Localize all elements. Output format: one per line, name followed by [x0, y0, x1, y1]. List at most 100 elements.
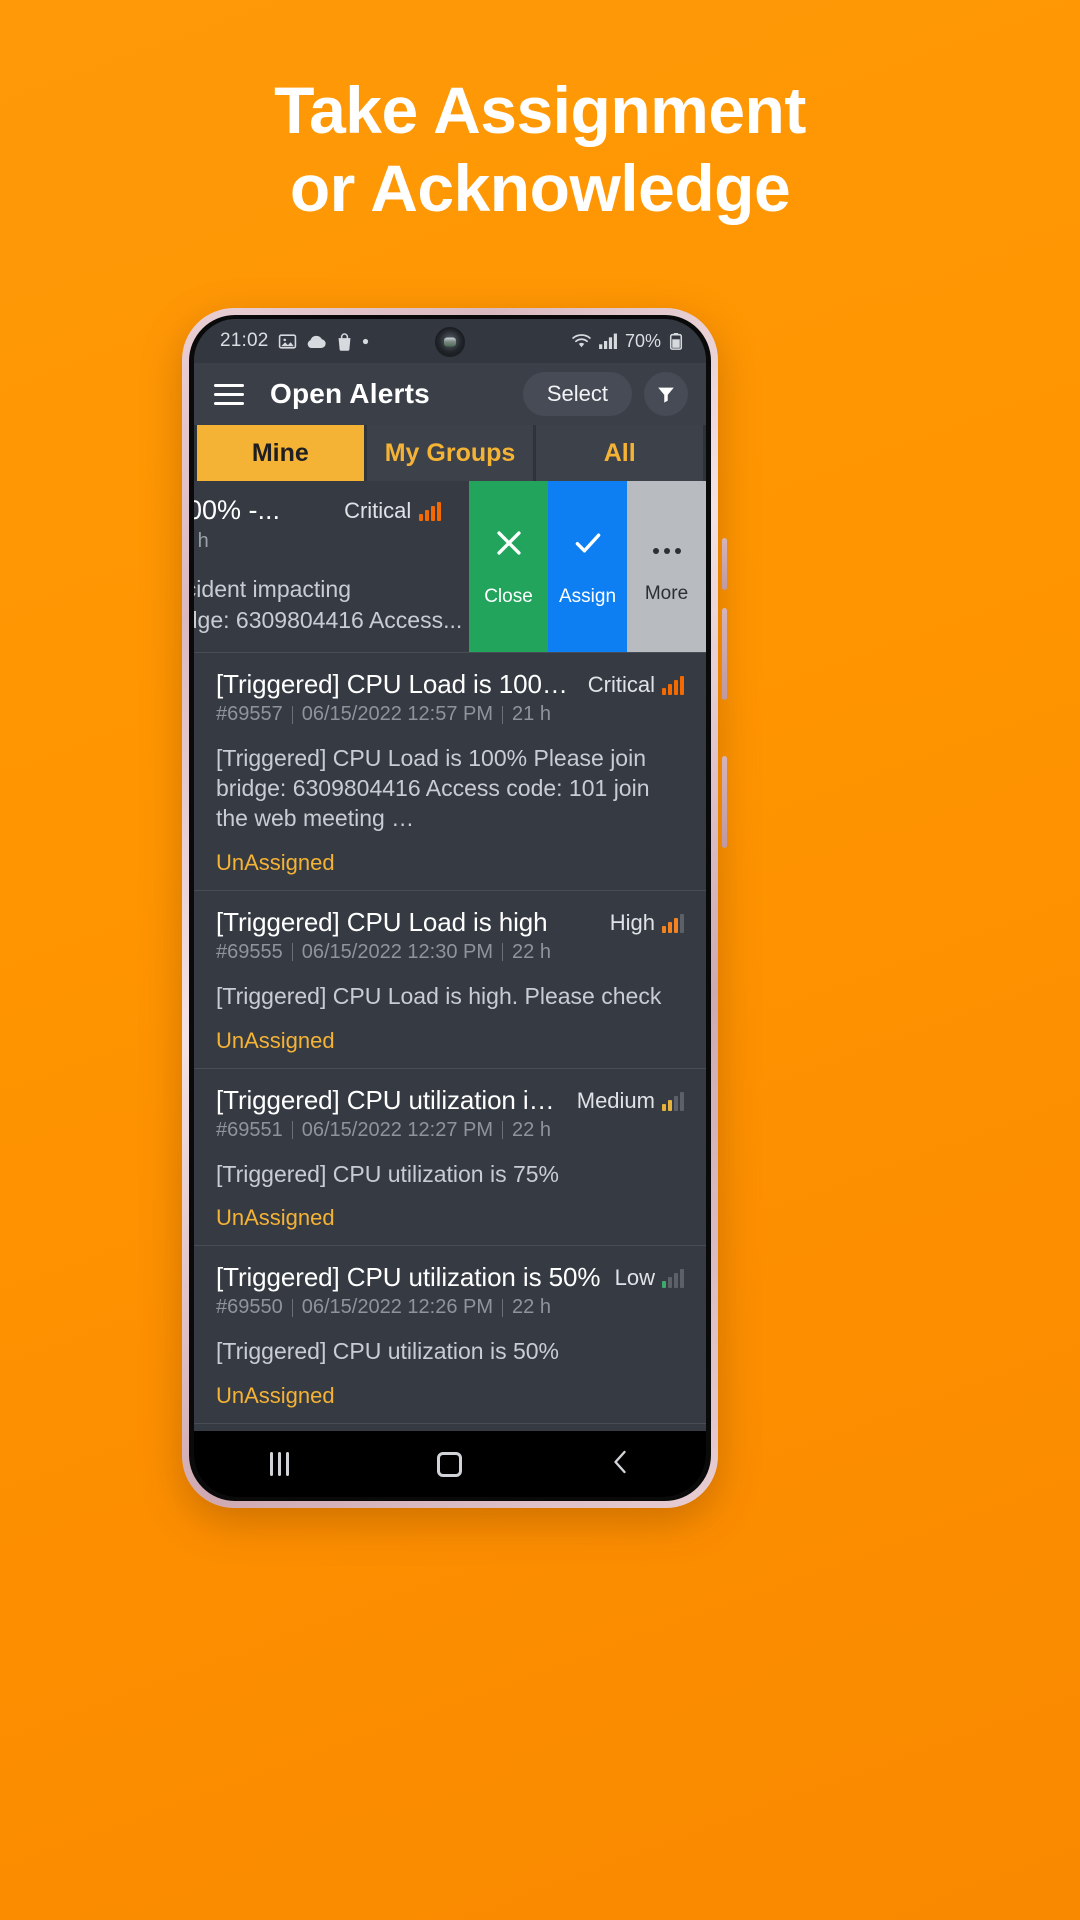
home-icon — [437, 1451, 463, 1477]
swiped-alert-content: 100% -... Critical 8 h ncident impacting… — [194, 481, 462, 636]
alert-assignment[interactable]: UnAssigned — [216, 850, 684, 876]
alert-datetime: 06/15/2022 12:30 PM — [301, 940, 494, 963]
alert-severity: Low — [615, 1262, 684, 1291]
alert-head: [Triggered] CPU utilization is 75% Mediu… — [216, 1085, 684, 1116]
alert-body: [Triggered] CPU Load is 100% Please join… — [216, 745, 650, 831]
check-icon — [571, 526, 605, 566]
alert-meta: #69551 06/15/2022 12:27 PM 22 h — [216, 1119, 684, 1142]
severity-bars-icon — [662, 913, 684, 933]
swipe-action-close[interactable]: Close — [469, 481, 548, 652]
swiped-alert-body-line2: ridge: 6309804416 Access... — [194, 607, 463, 634]
filter-funnel-icon — [655, 383, 677, 405]
battery-icon — [668, 332, 684, 350]
phone-volume-button — [722, 608, 727, 700]
no-more-alerts-label: No more alerts... — [194, 1424, 706, 1431]
alert-row[interactable]: [Triggered] CPU utilization is 75% Mediu… — [194, 1068, 706, 1247]
alert-assignment[interactable]: UnAssigned — [216, 1205, 684, 1231]
tab-all[interactable]: All — [536, 425, 704, 481]
alert-head: [Triggered] CPU utilization is 50% Low — [216, 1262, 684, 1293]
alert-id: #69551 — [216, 1118, 283, 1141]
meta-divider — [502, 1298, 504, 1317]
swipe-action-bar: Close Assign More — [469, 481, 706, 652]
swipe-action-close-label: Close — [484, 585, 533, 607]
tab-my-groups[interactable]: My Groups — [366, 425, 534, 481]
ellipsis-icon — [650, 529, 684, 563]
alert-severity: High — [610, 907, 684, 936]
alert-age: 21 h — [512, 703, 551, 725]
back-chevron-icon — [609, 1449, 633, 1480]
page-title: Open Alerts — [270, 378, 430, 409]
alert-severity-label: High — [609, 909, 655, 935]
alert-row[interactable]: [Triggered] CPU utilization is 50% Low #… — [194, 1246, 706, 1425]
swipe-action-assign-label: Assign — [558, 585, 617, 607]
shopping-bag-icon — [336, 332, 353, 351]
alert-title: [Triggered] CPU Load is 100% -... — [216, 669, 588, 699]
phone-mockup: 21:02 70% Open Alerts Select Mine My Gro… — [182, 308, 727, 1508]
alert-title: [Triggered] CPU utilization is 50% — [216, 1262, 601, 1293]
close-x-icon — [492, 526, 526, 566]
status-bar-right: 70% — [571, 331, 684, 352]
front-camera-punch-hole — [437, 329, 463, 355]
phone-side-button-top — [722, 538, 727, 590]
alert-datetime: 06/15/2022 12:27 PM — [301, 1118, 494, 1141]
home-button[interactable] — [415, 1439, 485, 1489]
alert-severity-label: Medium — [576, 1087, 655, 1113]
app-bar-actions: Select — [522, 372, 688, 416]
severity-bars-icon — [662, 675, 684, 695]
hamburger-menu-icon[interactable] — [214, 383, 244, 405]
alert-id: #69557 — [216, 703, 283, 725]
alert-id: #69555 — [216, 940, 283, 963]
alert-body: [Triggered] CPU Load is high. Please che… — [216, 982, 662, 1009]
tab-bar: Mine My Groups All — [194, 425, 706, 481]
back-button[interactable] — [586, 1439, 656, 1489]
swiped-alert-age: 8 h — [194, 530, 209, 553]
alert-meta: #69550 06/15/2022 12:26 PM 22 h — [216, 1296, 684, 1319]
alert-assignment[interactable]: UnAssigned — [216, 1383, 684, 1409]
alert-datetime: 06/15/2022 12:57 PM — [301, 703, 494, 725]
alert-severity: Medium — [577, 1085, 684, 1114]
app-bar: Open Alerts Select — [194, 363, 706, 425]
alert-id: #69550 — [216, 1296, 283, 1319]
alert-age: 22 h — [512, 940, 551, 963]
swiped-alert-body-line1: ncident impacting — [194, 576, 351, 602]
promo-headline-line1: Take Assignment — [274, 73, 806, 147]
swiped-alert-title: 100% -... — [194, 495, 281, 525]
alert-body: [Triggered] CPU utilization is 50% — [216, 1338, 560, 1365]
alert-head: [Triggered] CPU Load is high High — [216, 907, 684, 938]
alert-list[interactable]: 100% -... Critical 8 h ncident impacting… — [194, 481, 706, 1431]
filter-button[interactable] — [644, 372, 688, 416]
tab-mine[interactable]: Mine — [197, 425, 364, 481]
recent-apps-button[interactable] — [244, 1439, 314, 1489]
meta-divider — [502, 705, 504, 724]
swipe-action-more-label: More — [644, 582, 689, 604]
select-button[interactable]: Select — [522, 372, 632, 416]
severity-bars-icon — [662, 1091, 684, 1111]
meta-divider — [291, 705, 293, 724]
dot-icon — [362, 338, 369, 345]
severity-bars-icon — [662, 1268, 684, 1289]
cellular-signal-icon — [599, 333, 618, 349]
alert-age: 22 h — [512, 1296, 551, 1319]
cloud-icon — [306, 333, 327, 349]
meta-divider — [291, 1121, 293, 1140]
phone-power-button — [722, 756, 727, 848]
alert-row[interactable]: [Triggered] CPU Load is high High #69555… — [194, 890, 706, 1069]
promo-headline: Take Assignment or Acknowledge — [0, 72, 1080, 228]
battery-percent-label: 70% — [624, 330, 661, 351]
recent-apps-icon — [269, 1452, 289, 1476]
swiped-alert-head: 100% -... Critical — [194, 495, 462, 526]
alert-title: [Triggered] CPU Load is high — [216, 906, 548, 937]
alert-severity-label: Critical — [587, 672, 655, 697]
alert-severity-label: Low — [614, 1265, 655, 1291]
swipe-action-more[interactable]: More — [627, 481, 706, 652]
status-bar-clock: 21:02 — [220, 330, 269, 351]
swipe-action-assign[interactable]: Assign — [548, 481, 627, 652]
alert-assignment[interactable]: UnAssigned — [216, 1028, 684, 1054]
wifi-icon — [571, 333, 592, 349]
swiped-alert-row[interactable]: 100% -... Critical 8 h ncident impacting… — [194, 481, 706, 653]
alert-meta: #69557 06/15/2022 12:57 PM 21 h — [216, 703, 684, 726]
alert-row[interactable]: [Triggered] CPU Load is 100% -... Critic… — [194, 653, 706, 891]
meta-divider — [502, 943, 504, 962]
alert-age: 22 h — [512, 1118, 551, 1141]
android-nav-bar — [194, 1431, 706, 1497]
